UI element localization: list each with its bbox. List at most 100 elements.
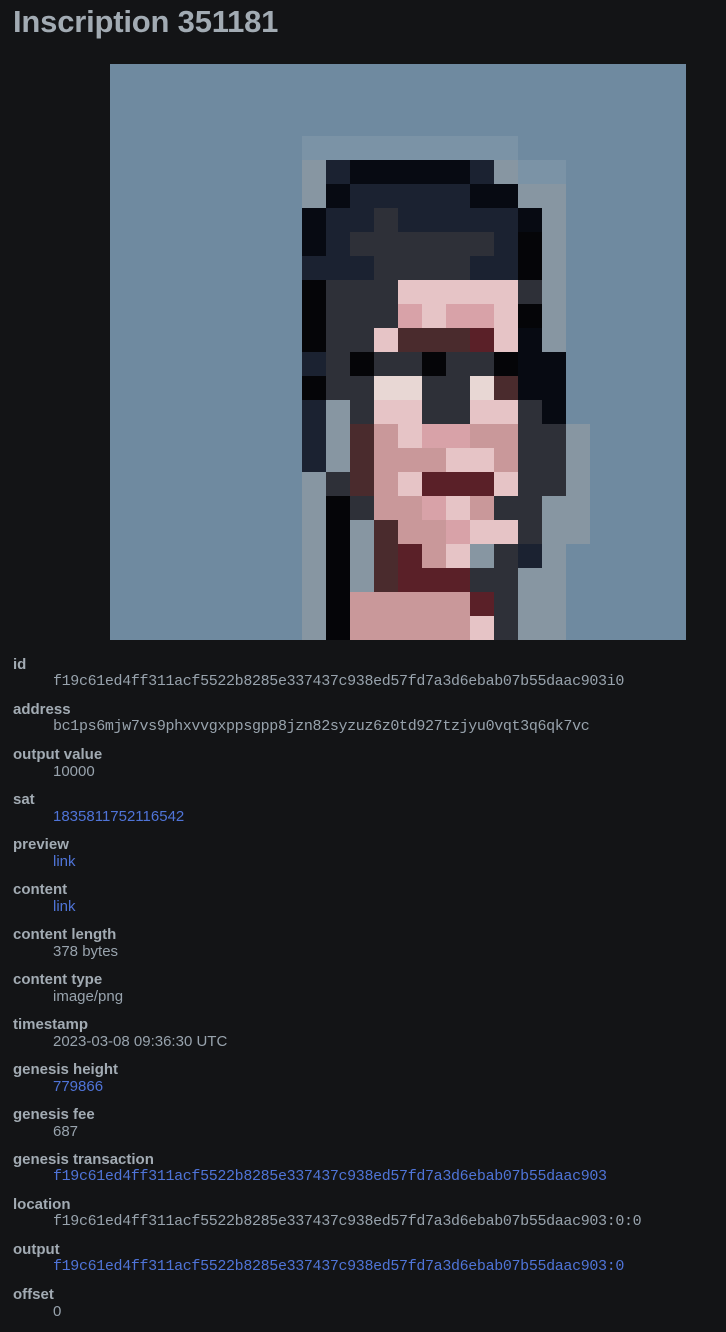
portrait-pixel: [470, 256, 494, 280]
portrait-pixel: [350, 424, 374, 448]
portrait-pixel: [494, 496, 518, 520]
portrait-pixel: [470, 280, 494, 304]
portrait-pixel: [326, 376, 350, 400]
genesis-transaction-link[interactable]: f19c61ed4ff311acf5522b8285e337437c938ed5…: [53, 1168, 607, 1185]
portrait-pixel: [470, 496, 494, 520]
portrait-pixel: [350, 616, 374, 640]
portrait-pixel: [518, 424, 542, 448]
portrait-pixel: [422, 520, 446, 544]
portrait-pixel: [350, 472, 374, 496]
content-length-label: content length: [13, 926, 117, 943]
portrait-pixel: [350, 544, 374, 568]
portrait-pixel: [470, 376, 494, 400]
portrait-pixel: [350, 136, 374, 160]
portrait-pixel: [374, 568, 398, 592]
portrait-pixel: [398, 184, 422, 208]
portrait-pixel: [518, 304, 542, 328]
portrait-pixel: [374, 448, 398, 472]
portrait-pixel: [542, 400, 566, 424]
portrait-pixel: [422, 424, 446, 448]
portrait-pixel: [374, 136, 398, 160]
address-label: address: [13, 701, 71, 718]
portrait-pixel: [422, 472, 446, 496]
portrait-pixel: [302, 376, 326, 400]
portrait-pixel: [374, 352, 398, 376]
timestamp-value: 2023-03-08 09:36:30 UTC: [53, 1033, 228, 1050]
portrait-pixel: [470, 184, 494, 208]
portrait-pixel: [422, 184, 446, 208]
content-type-value: image/png: [53, 988, 124, 1005]
content-link[interactable]: link: [53, 898, 76, 915]
portrait-pixel: [374, 304, 398, 328]
portrait-pixel: [422, 568, 446, 592]
portrait-pixel: [326, 496, 350, 520]
portrait-pixel: [542, 424, 566, 448]
portrait-pixel: [566, 496, 590, 520]
output-label: output: [13, 1241, 60, 1258]
portrait-pixel: [470, 568, 494, 592]
portrait-pixel: [542, 496, 566, 520]
inscription-preview-image[interactable]: [110, 64, 686, 640]
portrait-pixel: [302, 592, 326, 616]
portrait-pixel: [494, 184, 518, 208]
portrait-pixel: [350, 280, 374, 304]
portrait-pixel: [446, 328, 470, 352]
portrait-pixel: [350, 304, 374, 328]
portrait-pixel: [542, 376, 566, 400]
portrait-pixel: [518, 520, 542, 544]
portrait-pixel: [470, 352, 494, 376]
portrait-pixel: [470, 616, 494, 640]
portrait-pixel: [518, 376, 542, 400]
portrait-pixel: [446, 184, 470, 208]
portrait-pixel: [326, 472, 350, 496]
portrait-pixel: [326, 304, 350, 328]
portrait-pixel: [542, 256, 566, 280]
portrait-pixel: [542, 160, 566, 184]
portrait-pixel: [518, 568, 542, 592]
portrait-pixel: [326, 544, 350, 568]
portrait-pixel: [302, 136, 326, 160]
portrait-pixel: [326, 400, 350, 424]
portrait-pixel: [494, 544, 518, 568]
portrait-pixel: [326, 568, 350, 592]
portrait-pixel: [398, 568, 422, 592]
portrait-pixel: [494, 256, 518, 280]
output-link[interactable]: f19c61ed4ff311acf5522b8285e337437c938ed5…: [53, 1258, 624, 1275]
portrait-pixel: [302, 208, 326, 232]
portrait-pixel: [350, 592, 374, 616]
portrait-pixel: [422, 400, 446, 424]
portrait-pixel: [398, 376, 422, 400]
offset-label: offset: [13, 1286, 54, 1303]
output-value-label: output value: [13, 746, 103, 763]
portrait-pixel: [326, 208, 350, 232]
portrait-pixel: [542, 304, 566, 328]
portrait-pixel: [518, 352, 542, 376]
portrait-pixel: [446, 256, 470, 280]
portrait-pixel: [422, 280, 446, 304]
portrait-pixel: [542, 520, 566, 544]
portrait-pixel: [350, 160, 374, 184]
portrait-pixel: [422, 304, 446, 328]
portrait-pixel: [302, 184, 326, 208]
portrait-pixel: [518, 496, 542, 520]
portrait-pixel: [398, 280, 422, 304]
portrait-pixel: [302, 280, 326, 304]
portrait-pixel: [374, 184, 398, 208]
portrait-pixel: [350, 256, 374, 280]
portrait-pixel: [302, 400, 326, 424]
output-value-value: 10000: [53, 763, 95, 780]
portrait-pixel: [326, 160, 350, 184]
portrait-pixel: [518, 208, 542, 232]
sat-link[interactable]: 1835811752116542: [53, 808, 184, 825]
preview-link[interactable]: link: [53, 853, 76, 870]
genesis-height-link[interactable]: 779866: [53, 1078, 103, 1095]
portrait-pixel: [542, 232, 566, 256]
portrait-pixel: [398, 256, 422, 280]
portrait-pixel: [302, 352, 326, 376]
genesis-fee-value: 687: [53, 1123, 79, 1140]
portrait-pixel: [446, 160, 470, 184]
portrait-pixel: [302, 448, 326, 472]
genesis-height-label: genesis height: [13, 1061, 119, 1078]
preview-label: preview: [13, 836, 69, 853]
inscription-details: id f19c61ed4ff311acf5522b8285e337437c938…: [13, 656, 713, 1331]
